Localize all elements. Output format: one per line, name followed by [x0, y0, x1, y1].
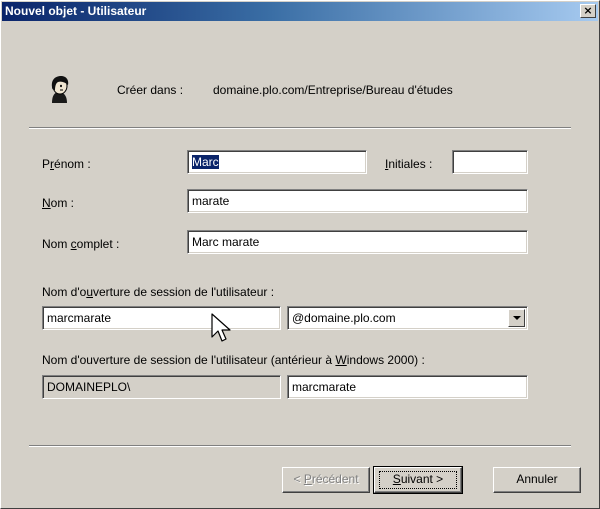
window-title: Nouvel objet - Utilisateur	[5, 4, 147, 18]
chevron-down-icon	[513, 316, 521, 320]
first-name-label: Prénom :	[42, 157, 91, 171]
last-name-label: Nom :	[42, 196, 75, 210]
create-in-path: domaine.plo.com/Entreprise/Bureau d'étud…	[213, 83, 453, 97]
last-name-field[interactable]: marate	[187, 189, 528, 213]
upn-suffix-dropdown[interactable]: @domaine.plo.com	[287, 306, 528, 330]
mouse-pointer-icon	[211, 313, 231, 342]
initials-field[interactable]	[452, 150, 528, 174]
footer-separator	[29, 445, 571, 447]
netbios-domain-field: DOMAINEPLO\	[42, 375, 281, 399]
back-button[interactable]: < Précédent	[282, 467, 370, 493]
first-name-value: Marc	[191, 154, 220, 170]
dropdown-button[interactable]	[508, 309, 525, 327]
header-separator	[29, 127, 571, 129]
close-button[interactable]: ×	[580, 4, 596, 18]
netbios-domain-value: DOMAINEPLO\	[47, 380, 131, 394]
pre2000-logon-value: marcmarate	[292, 380, 357, 394]
user-icon	[51, 76, 69, 103]
close-icon: ×	[583, 4, 593, 17]
cancel-button[interactable]: Annuler	[493, 467, 581, 493]
logon-name-label: Nom d'ouverture de session de l'utilisat…	[42, 285, 275, 299]
logon-name-field[interactable]: marcmarate	[42, 306, 281, 330]
focus-ring	[379, 471, 457, 489]
first-name-field[interactable]: Marc	[187, 150, 367, 174]
initials-label: Initiales :	[385, 157, 433, 171]
upn-suffix-value: @domaine.plo.com	[292, 311, 396, 325]
full-name-value: Marc marate	[192, 235, 260, 249]
full-name-label: Nom complet :	[42, 237, 120, 251]
pre2000-logon-label: Nom d'ouverture de session de l'utilisat…	[42, 353, 425, 367]
pre2000-logon-field[interactable]: marcmarate	[287, 375, 528, 399]
full-name-field[interactable]: Marc marate	[187, 230, 528, 254]
logon-name-value: marcmarate	[47, 311, 112, 325]
new-user-dialog: Nouvel objet - Utilisateur × Créer dans …	[0, 0, 600, 509]
next-button[interactable]: Suivant >	[373, 466, 463, 494]
title-bar[interactable]: Nouvel objet - Utilisateur ×	[2, 2, 598, 21]
create-in-label: Créer dans :	[117, 83, 184, 97]
last-name-value: marate	[192, 194, 230, 208]
